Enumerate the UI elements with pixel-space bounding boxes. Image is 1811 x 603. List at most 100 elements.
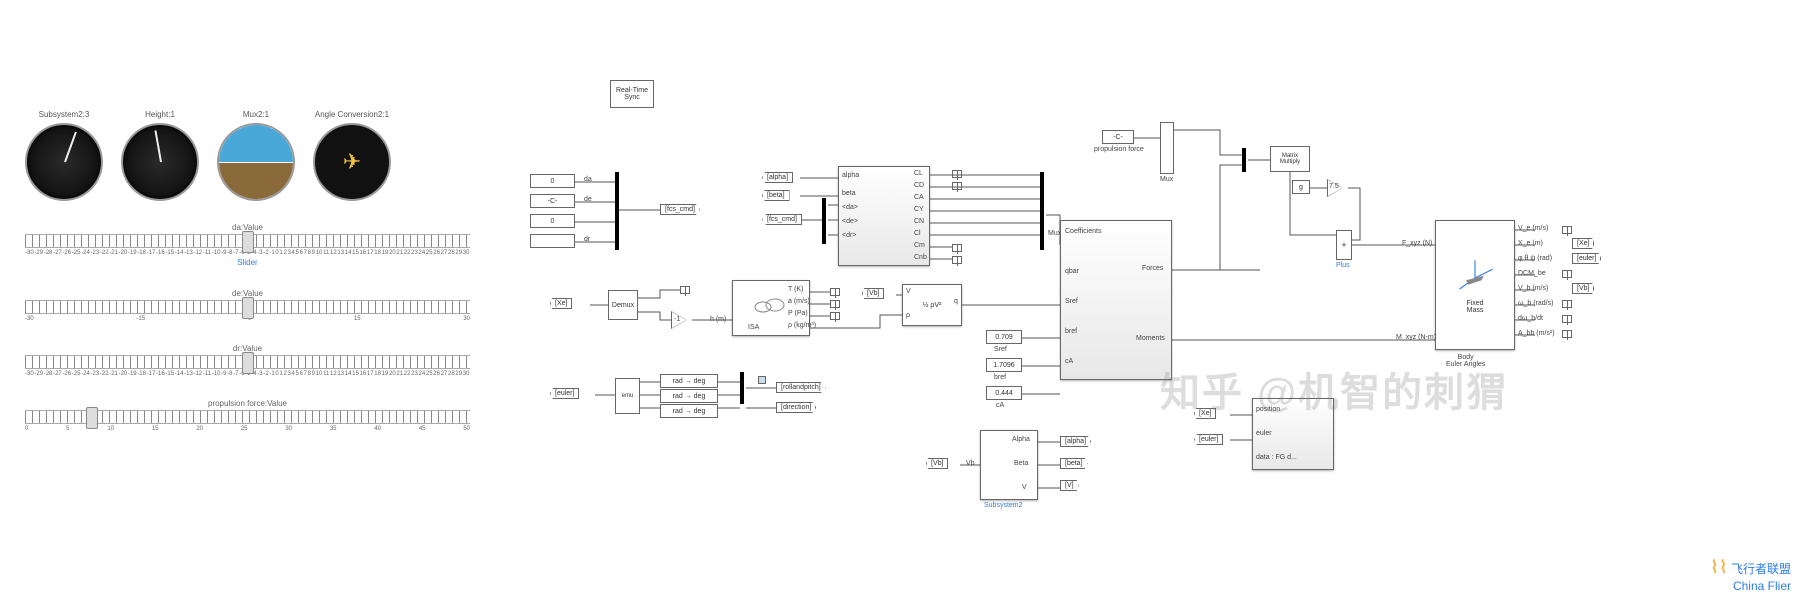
mux-bar[interactable] (1242, 148, 1246, 172)
goto-beta[interactable]: [beta] (1060, 458, 1088, 469)
const-ca[interactable]: 0.444 (986, 386, 1022, 400)
from-fcs[interactable]: [fcs_cmd] (762, 214, 802, 225)
terminator[interactable] (1562, 270, 1572, 278)
goto-vb[interactable]: [Vb] (1572, 283, 1594, 294)
port-label: V (1022, 484, 1027, 491)
terminator[interactable] (952, 182, 962, 190)
from-euler-viz[interactable]: [euler] (1194, 434, 1223, 445)
goto-xe[interactable]: [Xe] (1572, 238, 1594, 249)
dynpress-block[interactable]: ½ ρV² (902, 284, 962, 326)
slider-track[interactable] (25, 410, 470, 424)
subsystem2-title: Subsystem2 (984, 502, 1023, 509)
from-beta[interactable]: [beta] (762, 190, 790, 201)
port-label: alpha (842, 172, 859, 179)
rad2deg-3[interactable]: rad → deg (660, 404, 718, 418)
demux-euler[interactable]: emu (615, 378, 640, 414)
terminator[interactable] (1562, 315, 1572, 323)
const-bref[interactable]: 1.7096 (986, 358, 1022, 372)
terminator[interactable] (680, 286, 690, 294)
slider-thumb[interactable] (242, 352, 254, 374)
goto-fcs[interactable]: [fcs_cmd] (660, 204, 700, 215)
from-xe[interactable]: [Xe] (550, 298, 572, 309)
const-dr[interactable] (530, 234, 575, 248)
slider-prop: propulsion force:Value 05101520253035404… (25, 399, 470, 432)
port-label: Beta (1014, 460, 1028, 467)
mux-block[interactable] (1160, 122, 1174, 174)
terminator[interactable] (830, 312, 840, 320)
const-3[interactable]: 0 (530, 214, 575, 228)
attitude-gauge[interactable] (217, 123, 295, 201)
dashboard-panel: Subsystem2:3 Height:1 Mux2:1 Angle Conve… (25, 110, 470, 432)
slider-link[interactable]: Slider (25, 258, 470, 267)
terminator[interactable] (830, 288, 840, 296)
port-label: q (954, 298, 958, 305)
terminator[interactable] (952, 244, 962, 252)
aero-coeff-block[interactable] (838, 166, 930, 266)
altimeter-gauge[interactable] (121, 123, 199, 201)
dynpress-formula: ½ ρV² (923, 302, 942, 309)
mux-bar[interactable] (615, 172, 619, 250)
goto-euler[interactable]: [euler] (1572, 253, 1601, 264)
scope-port[interactable] (758, 376, 766, 384)
rad2deg-1[interactable]: rad → deg (660, 374, 718, 388)
slider-track[interactable] (25, 234, 470, 248)
cloud-icon (751, 295, 791, 315)
port-label: CD (914, 182, 924, 189)
terminator[interactable] (952, 170, 962, 178)
mux-bar[interactable] (740, 372, 744, 404)
isa-in: h (m) (710, 316, 726, 323)
goto-rollpitch[interactable]: [rollandpitch] (776, 382, 826, 393)
mux-bar[interactable] (1040, 172, 1044, 250)
port-label: CL (914, 170, 923, 177)
mux-label: Mux (1160, 176, 1173, 183)
simulink-diagram[interactable]: Real-Time Sync 0 da -C- de 0 dr [fcs_cmd… (500, 80, 1800, 600)
demux-bar[interactable] (822, 198, 826, 244)
terminator[interactable] (1562, 226, 1572, 234)
plane-icon: ✈ (343, 149, 361, 175)
port-label: Sref (1065, 298, 1078, 305)
slider-thumb[interactable] (242, 297, 254, 319)
gauge-label: Subsystem2:3 (25, 110, 103, 119)
sixdof-sub: Body Euler Angles (1446, 354, 1485, 368)
slider-thumb[interactable] (242, 231, 254, 253)
const-g[interactable]: g (1292, 180, 1310, 194)
const-prop[interactable]: -C- (1102, 130, 1134, 144)
matmul-block[interactable]: Matrix Multiply (1270, 146, 1310, 172)
plus-label: Plus (1336, 262, 1350, 269)
slider-track[interactable] (25, 355, 470, 369)
port-label: euler (1256, 430, 1272, 437)
slider-thumb[interactable] (86, 407, 98, 429)
port-label: Moments (1136, 335, 1165, 342)
port-label: Alpha (1012, 436, 1030, 443)
from-xe-viz[interactable]: [Xe] (1194, 408, 1216, 419)
realtime-sync-block[interactable]: Real-Time Sync (610, 80, 654, 108)
port-label: V_e (m/s) (1518, 225, 1548, 232)
goto-direction[interactable]: [direction] (776, 402, 816, 413)
rad2deg-2[interactable]: rad → deg (660, 389, 718, 403)
slider-track[interactable] (25, 300, 470, 314)
const-da[interactable]: 0 (530, 174, 575, 188)
sixdof-block[interactable]: Fixed Mass (1435, 220, 1515, 350)
const-sref[interactable]: 0.709 (986, 330, 1022, 344)
port-label: ω_b (rad/s) (1518, 300, 1553, 307)
goto-alpha[interactable]: [alpha] (1060, 436, 1091, 447)
from-euler[interactable]: [euler] (550, 388, 579, 399)
from-alpha[interactable]: [alpha] (762, 172, 793, 183)
const-de[interactable]: -C- (530, 194, 575, 208)
heading-gauge[interactable]: ✈ (313, 123, 391, 201)
from-vb2[interactable]: [Vb] (926, 458, 948, 469)
terminator[interactable] (952, 256, 962, 264)
terminator[interactable] (1562, 330, 1572, 338)
const-label: bref (994, 374, 1006, 381)
terminator[interactable] (1562, 300, 1572, 308)
sum-block[interactable]: + (1336, 230, 1352, 260)
airspeed-gauge[interactable] (25, 123, 103, 201)
demux-block[interactable]: Demux (608, 290, 638, 320)
port-label: M_xyz (N-m) (1396, 334, 1436, 341)
terminator[interactable] (830, 300, 840, 308)
port-label: V_b (m/s) (1518, 285, 1548, 292)
goto-v[interactable]: [V] (1060, 480, 1079, 491)
from-vb[interactable]: [Vb] (862, 288, 884, 299)
port-label: CY (914, 206, 924, 213)
gauge-alt-col: Height:1 (121, 110, 199, 201)
